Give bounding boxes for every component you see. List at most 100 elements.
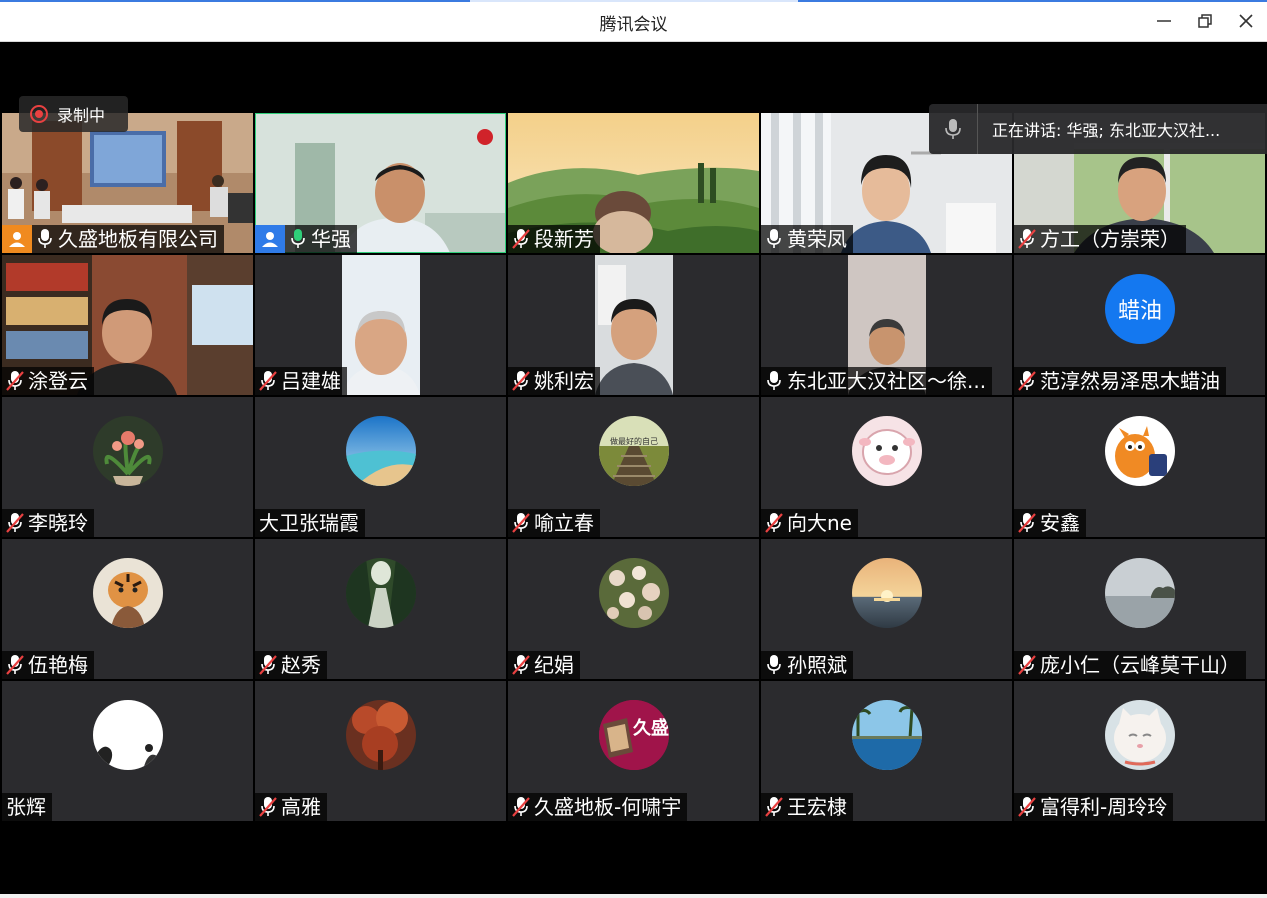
mic-on-icon bbox=[765, 654, 783, 676]
participant-name: 范淳然易泽思木蜡油 bbox=[1040, 369, 1220, 393]
participant-tile[interactable]: 李晓玲 bbox=[2, 397, 253, 537]
mic-muted-icon bbox=[1018, 796, 1036, 818]
participant-name: 王宏棣 bbox=[787, 795, 847, 819]
garfield-avatar bbox=[1105, 416, 1175, 486]
participant-label: 纪娟 bbox=[508, 651, 580, 679]
participant-name: 富得利-周玲玲 bbox=[1040, 795, 1168, 819]
sheep-cartoon-avatar bbox=[852, 416, 922, 486]
participant-label: 向大ne bbox=[761, 509, 858, 537]
restore-button[interactable] bbox=[1193, 9, 1217, 33]
participant-tile[interactable]: 久盛 久盛地板-何啸宇 bbox=[508, 681, 759, 821]
participant-name: 段新芳 bbox=[534, 227, 594, 251]
participant-name: 庞小仁（云峰莫干山） bbox=[1040, 653, 1240, 677]
participant-tile[interactable]: 高雅 bbox=[255, 681, 506, 821]
rail-track-avatar: 做最好的自己 bbox=[599, 416, 669, 486]
beach-avatar bbox=[346, 416, 416, 486]
avatar-caption: 做最好的自己 bbox=[610, 437, 658, 446]
record-icon bbox=[30, 105, 48, 123]
mic-on-icon bbox=[765, 228, 783, 250]
mic-muted-icon bbox=[259, 370, 277, 392]
bottom-edge bbox=[0, 894, 1267, 898]
title-bar: 腾讯会议 bbox=[0, 0, 1267, 42]
host-icon bbox=[2, 225, 32, 253]
participant-label: 姚利宏 bbox=[508, 367, 600, 395]
participant-tile[interactable]: 姚利宏 bbox=[508, 255, 759, 395]
ink-painting-avatar bbox=[93, 700, 163, 770]
participant-label: 大卫张瑞霞 bbox=[255, 509, 365, 537]
mic-muted-icon bbox=[512, 654, 530, 676]
participant-tile[interactable]: 庞小仁（云峰莫干山） bbox=[1014, 539, 1265, 679]
participant-name: 涂登云 bbox=[28, 369, 88, 393]
participant-label: 段新芳 bbox=[508, 225, 600, 253]
mic-muted-icon bbox=[1018, 228, 1036, 250]
participant-tile[interactable]: 东北亚大汉社区～徐... bbox=[761, 255, 1012, 395]
mic-muted-icon bbox=[512, 512, 530, 534]
participant-name: 姚利宏 bbox=[534, 369, 594, 393]
participant-name: 黄荣凤 bbox=[787, 227, 847, 251]
mic-muted-icon bbox=[259, 796, 277, 818]
minimize-icon bbox=[1157, 20, 1171, 22]
mic-muted-icon bbox=[512, 796, 530, 818]
title-accent-line bbox=[0, 0, 1267, 2]
participant-tile[interactable]: 涂登云 bbox=[2, 255, 253, 395]
participant-name: 喻立春 bbox=[534, 511, 594, 535]
participant-tile[interactable]: 伍艳梅 bbox=[2, 539, 253, 679]
participant-label: 李晓玲 bbox=[2, 509, 94, 537]
participant-label: 王宏棣 bbox=[761, 793, 853, 821]
restore-icon bbox=[1198, 14, 1212, 28]
participant-name: 东北亚大汉社区～徐... bbox=[787, 369, 987, 393]
speaking-text: 正在讲话: 华强; 东北亚大汉社... bbox=[992, 121, 1221, 140]
participant-tile[interactable]: 向大ne bbox=[761, 397, 1012, 537]
participant-tile[interactable]: 做最好的自己 喻立春 bbox=[508, 397, 759, 537]
speaking-indicator: 正在讲话: 华强; 东北亚大汉社... bbox=[929, 104, 1267, 154]
participant-tile[interactable]: 张辉 bbox=[2, 681, 253, 821]
participant-tile[interactable]: 纪娟 bbox=[508, 539, 759, 679]
participant-label: 张辉 bbox=[2, 793, 52, 821]
participant-label: 方工（方崇荣） bbox=[1014, 225, 1186, 253]
recording-indicator[interactable]: 录制中 bbox=[19, 96, 128, 132]
participant-name: 大卫张瑞霞 bbox=[259, 511, 359, 535]
flower-pot-avatar bbox=[93, 416, 163, 486]
window-title: 腾讯会议 bbox=[599, 15, 668, 35]
participant-name: 久盛地板有限公司 bbox=[58, 227, 218, 251]
participant-tile[interactable]: 安鑫 bbox=[1014, 397, 1265, 537]
participant-name: 向大ne bbox=[787, 511, 852, 535]
participant-tile[interactable]: 久盛地板有限公司 bbox=[2, 113, 253, 253]
text-avatar: 蜡油 bbox=[1105, 274, 1175, 344]
mic-on-icon bbox=[36, 228, 54, 250]
participant-name: 安鑫 bbox=[1040, 511, 1080, 535]
mic-muted-icon bbox=[6, 654, 24, 676]
participant-name: 纪娟 bbox=[534, 653, 574, 677]
lake-mist-avatar bbox=[1105, 558, 1175, 628]
participant-tile[interactable]: 吕建雄 bbox=[255, 255, 506, 395]
participant-tile[interactable]: 孙照斌 bbox=[761, 539, 1012, 679]
participant-label: 安鑫 bbox=[1014, 509, 1086, 537]
participant-name: 高雅 bbox=[281, 795, 321, 819]
participant-name: 吕建雄 bbox=[281, 369, 341, 393]
mic-muted-icon bbox=[765, 796, 783, 818]
participant-label: 涂登云 bbox=[2, 367, 94, 395]
participant-tile[interactable]: 富得利-周玲玲 bbox=[1014, 681, 1265, 821]
white-cat-avatar bbox=[1105, 700, 1175, 770]
minimize-button[interactable] bbox=[1152, 9, 1176, 33]
participant-name: 张辉 bbox=[6, 795, 46, 819]
participant-tile[interactable]: 王宏棣 bbox=[761, 681, 1012, 821]
participant-tile[interactable]: 蜡油 范淳然易泽思木蜡油 bbox=[1014, 255, 1265, 395]
participant-label: 高雅 bbox=[255, 793, 327, 821]
participant-label: 孙照斌 bbox=[761, 651, 853, 679]
participant-label: 东北亚大汉社区～徐... bbox=[761, 367, 993, 395]
participant-tile[interactable]: 华强 bbox=[255, 113, 506, 253]
tiger-avatar bbox=[93, 558, 163, 628]
participant-tile[interactable]: 段新芳 bbox=[508, 113, 759, 253]
participant-label: 久盛地板-何啸宇 bbox=[508, 793, 688, 821]
sunset-sea-avatar bbox=[852, 558, 922, 628]
infinity-pool-avatar bbox=[852, 700, 922, 770]
participant-label: 喻立春 bbox=[508, 509, 600, 537]
close-button[interactable] bbox=[1234, 9, 1258, 33]
mic-icon bbox=[929, 104, 978, 154]
participant-name: 久盛地板-何啸宇 bbox=[534, 795, 682, 819]
participant-tile[interactable]: 赵秀 bbox=[255, 539, 506, 679]
avatar-caption: 久盛 bbox=[633, 718, 669, 739]
participant-tile[interactable]: 大卫张瑞霞 bbox=[255, 397, 506, 537]
close-icon bbox=[1239, 14, 1253, 28]
